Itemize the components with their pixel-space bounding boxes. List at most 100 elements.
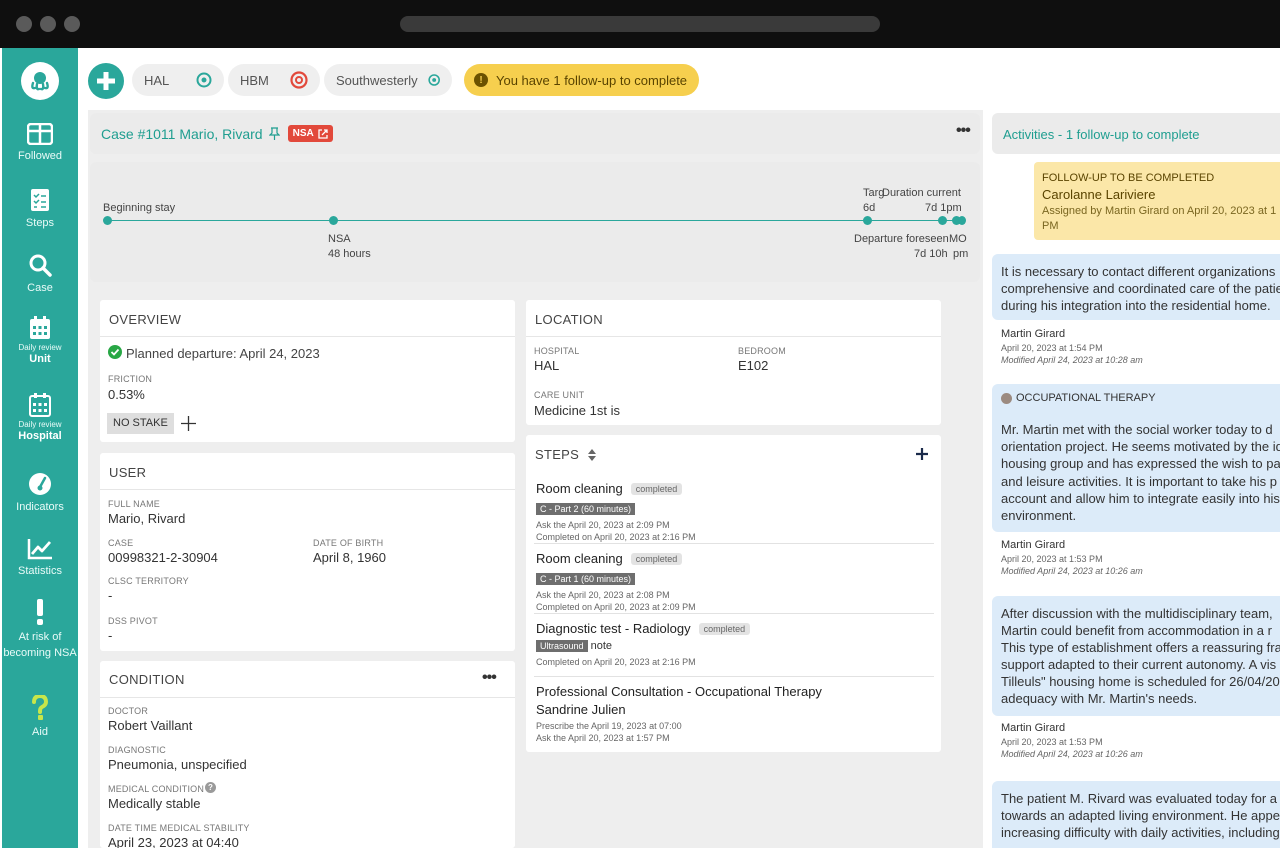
sidebar: Followed Steps Case Daily review Unit Da…: [2, 48, 78, 848]
note-line: support adapted to their current autonom…: [1001, 657, 1277, 672]
sidebar-item-steps[interactable]: Steps: [2, 188, 78, 231]
help-icon[interactable]: ?: [205, 782, 216, 793]
page-title: Case #1011 Mario, Rivard NSA: [101, 125, 333, 142]
stake-badge[interactable]: NO STAKE: [107, 413, 174, 434]
stability-value: April 23, 2023 at 04:40: [108, 835, 239, 848]
note-line: orientation project. He seems motivated …: [1001, 439, 1280, 454]
followup-alert-button[interactable]: ! You have 1 follow-up to complete: [464, 64, 699, 96]
step-title: Room cleaning: [536, 481, 623, 496]
hospital-filter-hal[interactable]: HAL: [132, 64, 224, 96]
divider: [100, 336, 515, 337]
timeline-dot-nsa[interactable]: [329, 216, 338, 225]
note-modified: Modified April 24, 2023 at 10:26 am: [1001, 565, 1143, 577]
category-dot-icon: [1001, 393, 1012, 404]
step-item[interactable]: Room cleaning completed C - Part 2 (60 mi…: [536, 481, 934, 543]
window-maximize-dot[interactable]: [64, 16, 80, 32]
condition-more-button[interactable]: •••: [482, 669, 497, 687]
activity-note[interactable]: It is necessary to contact different org…: [992, 254, 1280, 320]
step-tag: C - Part 1 (60 minutes): [536, 573, 636, 585]
timeline-track: [108, 220, 958, 221]
timeline-dot-mo[interactable]: [958, 216, 966, 225]
note-line: It is necessary to contact different org…: [1001, 264, 1276, 279]
diagnostic-label: DIAGNOSTIC: [108, 745, 167, 755]
note-line: environment.: [1001, 508, 1077, 523]
sidebar-item-daily-review-unit[interactable]: Daily review Unit: [2, 316, 78, 366]
divider: [526, 336, 941, 337]
target-status-icon: [290, 71, 308, 89]
sidebar-item-sublabel: Daily review: [18, 343, 62, 352]
add-case-button[interactable]: [88, 63, 124, 99]
sidebar-item-followed[interactable]: Followed: [2, 123, 78, 164]
divider: [100, 489, 515, 490]
sidebar-item-label: Statistics: [17, 565, 62, 577]
timeline-departure-label: Departure foreseen: [854, 233, 949, 245]
case-header: Case #1011 Mario, Rivard NSA •••: [90, 113, 980, 154]
window-close-dot[interactable]: [16, 16, 32, 32]
step-item[interactable]: Diagnostic test - Radiology completed Ult…: [536, 621, 934, 668]
step-status-badge: completed: [630, 552, 683, 565]
activity-note[interactable]: OCCUPATIONAL THERAPY Mr. Martin met with…: [992, 384, 1280, 532]
followup-heading: FOLLOW-UP TO BE COMPLETED: [1042, 172, 1215, 184]
clsc-label: CLSC TERRITORY: [108, 576, 189, 586]
app-logo[interactable]: [21, 62, 59, 100]
timeline-dot-current[interactable]: [938, 216, 947, 225]
followup-assigned: Assigned by Martin Girard on April 20, 2…: [1042, 205, 1277, 217]
nsa-badge[interactable]: NSA: [287, 125, 333, 142]
timeline-dot-target[interactable]: [863, 216, 872, 225]
top-bar: HAL HBM Southwesterly ! You have 1 follo…: [78, 48, 1280, 110]
sidebar-item-daily-review-hospital[interactable]: Daily review Hospital: [2, 393, 78, 443]
timeline-mo-value: pm: [953, 248, 969, 260]
overview-heading: OVERVIEW: [109, 312, 182, 327]
note-date: April 20, 2023 at 1:53 PM: [1001, 554, 1103, 564]
diagnostic-value: Pneumonia, unspecified: [108, 757, 247, 772]
sidebar-item-statistics[interactable]: Statistics: [2, 538, 78, 579]
note-line: and leisure activities. It is important …: [1001, 474, 1278, 489]
note-date: April 20, 2023 at 1:54 PM: [1001, 343, 1103, 353]
sort-icon: [588, 448, 597, 461]
window-minimize-dot[interactable]: [40, 16, 56, 32]
step-title: Professional Consultation - Occupational…: [536, 684, 822, 699]
step-item[interactable]: Room cleaning completed C - Part 1 (60 mi…: [536, 551, 934, 613]
step-requested: Ask the April 20, 2023 at 2:09 PM: [536, 520, 670, 530]
activity-note[interactable]: The patient M. Rivard was evaluated toda…: [992, 781, 1280, 848]
clsc-value: -: [108, 588, 113, 603]
location-card: LOCATION HOSPITAL HAL BEDROOM E102 CARE …: [526, 300, 941, 425]
exclamation-icon: [37, 599, 43, 625]
care-unit-label: CARE UNIT: [534, 390, 585, 400]
question-icon: [32, 695, 49, 720]
case-title-text: Case #1011 Mario, Rivard: [101, 125, 263, 142]
followup-card[interactable]: FOLLOW-UP TO BE COMPLETED Carolanne Lari…: [1034, 162, 1280, 240]
pill-label: Southwesterly: [336, 72, 418, 88]
sidebar-item-indicators[interactable]: Indicators: [2, 472, 78, 515]
hospital-filter-hbm[interactable]: HBM: [228, 64, 320, 96]
overview-card: OVERVIEW Planned departure: April 24, 20…: [100, 300, 515, 442]
timeline-dot-beginning[interactable]: [103, 216, 112, 225]
checklist-icon: [31, 189, 49, 211]
timeline-duration-value: 7d 1pm: [925, 202, 962, 214]
note-category: OCCUPATIONAL THERAPY: [1016, 392, 1156, 404]
bedroom-label: BEDROOM: [738, 346, 786, 356]
sidebar-item-at-risk[interactable]: At risk of becoming NSA: [2, 599, 78, 661]
note-line: Martin could benefit from accommodation …: [1001, 623, 1272, 638]
doctor-value: Robert Vaillant: [108, 718, 193, 733]
hospital-value: HAL: [534, 358, 560, 373]
step-item[interactable]: Professional Consultation - Occupational…: [536, 684, 934, 744]
sidebar-item-label: Followed: [17, 150, 63, 162]
activities-title: Activities - 1 follow-up to complete: [1003, 127, 1200, 142]
sidebar-item-label: Indicators: [16, 501, 64, 513]
sidebar-item-label: Case: [27, 282, 53, 294]
address-bar[interactable]: [400, 16, 880, 32]
planned-departure: Planned departure: April 24, 2023: [126, 346, 320, 361]
activities-header: Activities - 1 follow-up to complete: [992, 113, 1280, 154]
sidebar-item-case[interactable]: Case: [2, 253, 78, 296]
sidebar-item-label: At risk of becoming NSA: [3, 631, 77, 659]
activity-note[interactable]: After discussion with the multidisciplin…: [992, 596, 1280, 716]
dob-label: DATE OF BIRTH: [313, 538, 384, 548]
hospital-filter-southwesterly[interactable]: Southwesterly: [324, 64, 452, 96]
timeline-nsa-hours: 48 hours: [328, 248, 371, 260]
plus-icon: [97, 72, 115, 90]
bedroom-value: E102: [738, 358, 769, 373]
steps-heading[interactable]: STEPS: [535, 447, 597, 462]
sidebar-item-aid[interactable]: Aid: [2, 695, 78, 740]
case-more-button[interactable]: •••: [956, 122, 971, 140]
